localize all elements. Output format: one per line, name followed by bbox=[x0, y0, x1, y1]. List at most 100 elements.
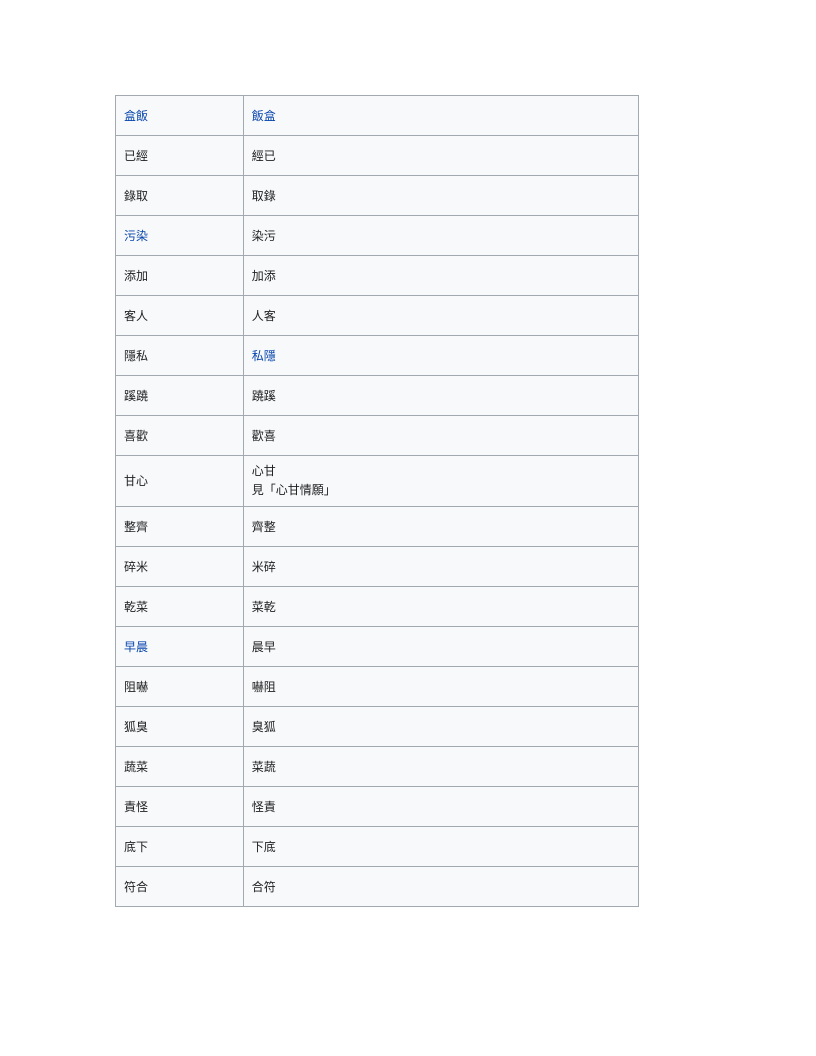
vocab-table: 盒飯 飯盒已經 經已錄取 取錄污染 染污添加 加添客人 人客隱私 私隱蹊蹺 蹺蹊喜歡 歡喜甘心 心甘… bbox=[115, 95, 639, 907]
right-cell: 合符 bbox=[243, 867, 638, 907]
term-text: 乾菜 bbox=[124, 600, 148, 614]
left-cell: 早晨 bbox=[116, 627, 244, 667]
right-cell: 嚇阻 bbox=[243, 667, 638, 707]
right-cell: 齊整 bbox=[243, 507, 638, 547]
right-cell: 蹺蹊 bbox=[243, 376, 638, 416]
left-cell: 污染 bbox=[116, 216, 244, 256]
left-cell: 符合 bbox=[116, 867, 244, 907]
right-cell: 米碎 bbox=[243, 547, 638, 587]
right-cell: 人客 bbox=[243, 296, 638, 336]
right-cell: 菜蔬 bbox=[243, 747, 638, 787]
left-cell: 整齊 bbox=[116, 507, 244, 547]
term-text: 底下 bbox=[124, 840, 148, 854]
term-text: 符合 bbox=[124, 880, 148, 894]
left-cell: 狐臭 bbox=[116, 707, 244, 747]
table-row: 喜歡 歡喜 bbox=[116, 416, 639, 456]
term-text: 齊整 bbox=[252, 520, 276, 534]
term-text: 米碎 bbox=[252, 560, 276, 574]
term-link[interactable]: 污染 bbox=[124, 229, 148, 243]
term-text: 蔬菜 bbox=[124, 760, 148, 774]
table-row: 整齊 齊整 bbox=[116, 507, 639, 547]
table-row: 乾菜 菜乾 bbox=[116, 587, 639, 627]
table-row: 阻嚇 嚇阻 bbox=[116, 667, 639, 707]
right-cell: 菜乾 bbox=[243, 587, 638, 627]
table-row: 污染 染污 bbox=[116, 216, 639, 256]
table-row: 符合 合符 bbox=[116, 867, 639, 907]
left-cell: 隱私 bbox=[116, 336, 244, 376]
term-text: 整齊 bbox=[124, 520, 148, 534]
table-row: 狐臭 臭狐 bbox=[116, 707, 639, 747]
left-cell: 錄取 bbox=[116, 176, 244, 216]
term-text: 蹺蹊 bbox=[252, 389, 276, 403]
term-text: 碎米 bbox=[124, 560, 148, 574]
left-cell: 阻嚇 bbox=[116, 667, 244, 707]
table-row: 盒飯 飯盒 bbox=[116, 96, 639, 136]
term-text: 取錄 bbox=[252, 189, 276, 203]
left-cell: 乾菜 bbox=[116, 587, 244, 627]
right-cell: 私隱 bbox=[243, 336, 638, 376]
term-text: 染污 bbox=[252, 229, 276, 243]
table-row: 甘心 心甘見「心甘情願」 bbox=[116, 456, 639, 507]
term-text: 客人 bbox=[124, 309, 148, 323]
left-cell: 碎米 bbox=[116, 547, 244, 587]
term-text: 已經 bbox=[124, 149, 148, 163]
table-row: 隱私 私隱 bbox=[116, 336, 639, 376]
term-text: 責怪 bbox=[124, 800, 148, 814]
right-cell: 取錄 bbox=[243, 176, 638, 216]
left-cell: 已經 bbox=[116, 136, 244, 176]
right-cell: 下底 bbox=[243, 827, 638, 867]
right-cell: 臭狐 bbox=[243, 707, 638, 747]
right-cell: 歡喜 bbox=[243, 416, 638, 456]
term-link[interactable]: 飯盒 bbox=[252, 109, 276, 123]
term-text: 下底 bbox=[252, 840, 276, 854]
right-cell: 怪責 bbox=[243, 787, 638, 827]
term-text: 添加 bbox=[124, 269, 148, 283]
left-cell: 蹊蹺 bbox=[116, 376, 244, 416]
term-text: 加添 bbox=[252, 269, 276, 283]
left-cell: 底下 bbox=[116, 827, 244, 867]
term-text: 隱私 bbox=[124, 349, 148, 363]
term-text: 晨早 bbox=[252, 640, 276, 654]
term-link[interactable]: 盒飯 bbox=[124, 109, 148, 123]
term-text: 喜歡 bbox=[124, 429, 148, 443]
term-text: 甘心 bbox=[124, 474, 148, 488]
right-cell: 染污 bbox=[243, 216, 638, 256]
table-row: 添加 加添 bbox=[116, 256, 639, 296]
table-row: 底下 下底 bbox=[116, 827, 639, 867]
left-cell: 盒飯 bbox=[116, 96, 244, 136]
left-cell: 責怪 bbox=[116, 787, 244, 827]
left-cell: 蔬菜 bbox=[116, 747, 244, 787]
left-cell: 喜歡 bbox=[116, 416, 244, 456]
right-cell: 加添 bbox=[243, 256, 638, 296]
term-link[interactable]: 私隱 bbox=[252, 349, 276, 363]
table-row: 責怪 怪責 bbox=[116, 787, 639, 827]
table-row: 蹊蹺 蹺蹊 bbox=[116, 376, 639, 416]
term-text: 人客 bbox=[252, 309, 276, 323]
term-text: 阻嚇 bbox=[124, 680, 148, 694]
right-cell: 飯盒 bbox=[243, 96, 638, 136]
term-text: 臭狐 bbox=[252, 720, 276, 734]
term-link[interactable]: 早晨 bbox=[124, 640, 148, 654]
table-row: 碎米 米碎 bbox=[116, 547, 639, 587]
right-cell: 心甘見「心甘情願」 bbox=[243, 456, 638, 507]
left-cell: 添加 bbox=[116, 256, 244, 296]
left-cell: 客人 bbox=[116, 296, 244, 336]
term-text: 嚇阻 bbox=[252, 680, 276, 694]
right-cell: 經已 bbox=[243, 136, 638, 176]
right-cell: 晨早 bbox=[243, 627, 638, 667]
term-text: 心甘 bbox=[252, 464, 276, 478]
table-row: 客人 人客 bbox=[116, 296, 639, 336]
term-text: 合符 bbox=[252, 880, 276, 894]
term-text: 蹊蹺 bbox=[124, 389, 148, 403]
table-row: 早晨 晨早 bbox=[116, 627, 639, 667]
term-text: 菜乾 bbox=[252, 600, 276, 614]
term-text: 菜蔬 bbox=[252, 760, 276, 774]
term-text: 狐臭 bbox=[124, 720, 148, 734]
term-text: 怪責 bbox=[252, 800, 276, 814]
term-text: 錄取 bbox=[124, 189, 148, 203]
term-text: 經已 bbox=[252, 149, 276, 163]
table-row: 已經 經已 bbox=[116, 136, 639, 176]
term-extra: 見「心甘情願」 bbox=[252, 483, 336, 497]
left-cell: 甘心 bbox=[116, 456, 244, 507]
term-text: 歡喜 bbox=[252, 429, 276, 443]
